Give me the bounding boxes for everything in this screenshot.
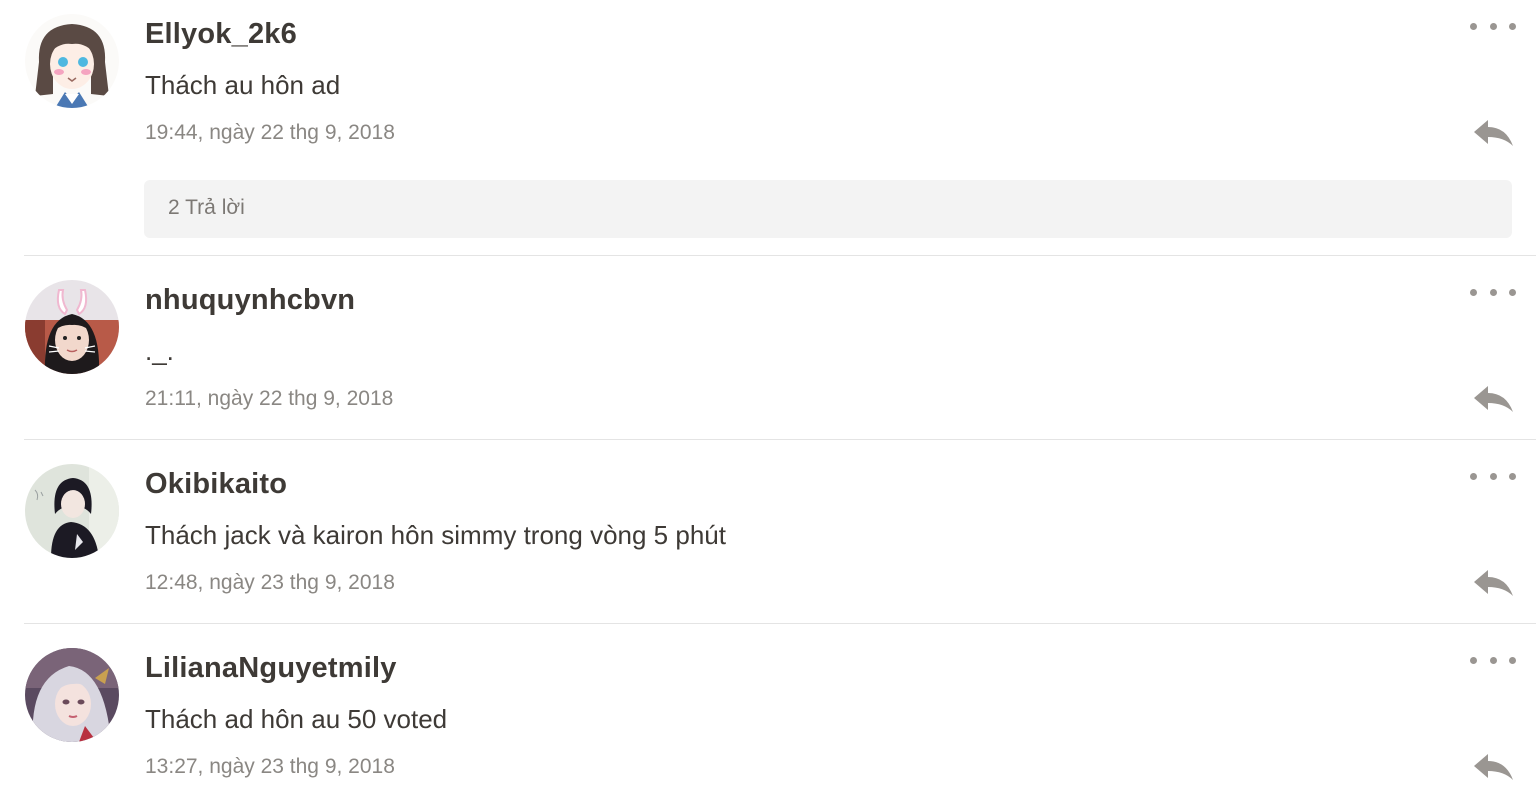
anime-boy-avatar-image (25, 464, 119, 558)
anime-girl-avatar-image (25, 14, 119, 108)
reply-arrow-icon (1474, 754, 1513, 780)
timestamp: 13:27, ngày 23 thg 9, 2018 (145, 755, 395, 778)
reply-arrow-icon (1474, 120, 1513, 146)
username[interactable]: Okibikaito (145, 468, 287, 501)
more-options-button[interactable] (1470, 650, 1516, 670)
game-character-avatar-image (25, 648, 119, 742)
reply-button[interactable] (1470, 116, 1516, 150)
replies-count-label: 2 Trả lời (168, 196, 245, 219)
more-dots-icon (1470, 472, 1477, 480)
comment-text: Thách au hôn ad (145, 70, 341, 100)
comment-text: ._. (145, 336, 174, 366)
more-options-button[interactable] (1470, 466, 1516, 486)
comment-item: nhuquynhcbvn ._. 21:11, ngày 22 thg 9, 2… (0, 256, 1536, 440)
more-options-button[interactable] (1470, 282, 1516, 302)
avatar[interactable] (25, 280, 119, 374)
timestamp: 21:11, ngày 22 thg 9, 2018 (145, 387, 394, 410)
reply-arrow-icon (1474, 386, 1513, 412)
comment-text: Thách ad hôn au 50 voted (145, 704, 448, 734)
reply-button[interactable] (1470, 382, 1516, 416)
comment-item: Okibikaito Thách jack và kairon hôn simm… (0, 440, 1536, 624)
avatar[interactable] (25, 14, 119, 108)
comment-text: Thách jack và kairon hôn simmy trong vòn… (145, 520, 726, 550)
bunny-ears-photo-avatar-image (25, 280, 119, 374)
more-dots-icon (1470, 288, 1477, 296)
timestamp: 12:48, ngày 23 thg 9, 2018 (145, 571, 395, 594)
view-replies-button[interactable]: 2 Trả lời (144, 180, 1512, 238)
reply-button[interactable] (1470, 750, 1516, 784)
avatar[interactable] (25, 464, 119, 558)
username[interactable]: Ellyok_2k6 (145, 18, 297, 51)
more-options-button[interactable] (1470, 16, 1516, 36)
more-dots-icon (1470, 656, 1477, 664)
timestamp: 19:44, ngày 22 thg 9, 2018 (145, 121, 395, 144)
reply-button[interactable] (1470, 566, 1516, 600)
reply-arrow-icon (1474, 570, 1513, 596)
comment-list: Ellyok_2k6 Thách au hôn ad 19:44, ngày 2… (0, 0, 1536, 796)
comment-item: Ellyok_2k6 Thách au hôn ad 19:44, ngày 2… (0, 0, 1536, 256)
comment-item: LilianaNguyetmily Thách ad hôn au 50 vot… (0, 624, 1536, 796)
username[interactable]: nhuquynhcbvn (145, 284, 355, 317)
avatar[interactable] (25, 648, 119, 742)
more-dots-icon (1470, 22, 1477, 30)
username[interactable]: LilianaNguyetmily (145, 652, 397, 685)
